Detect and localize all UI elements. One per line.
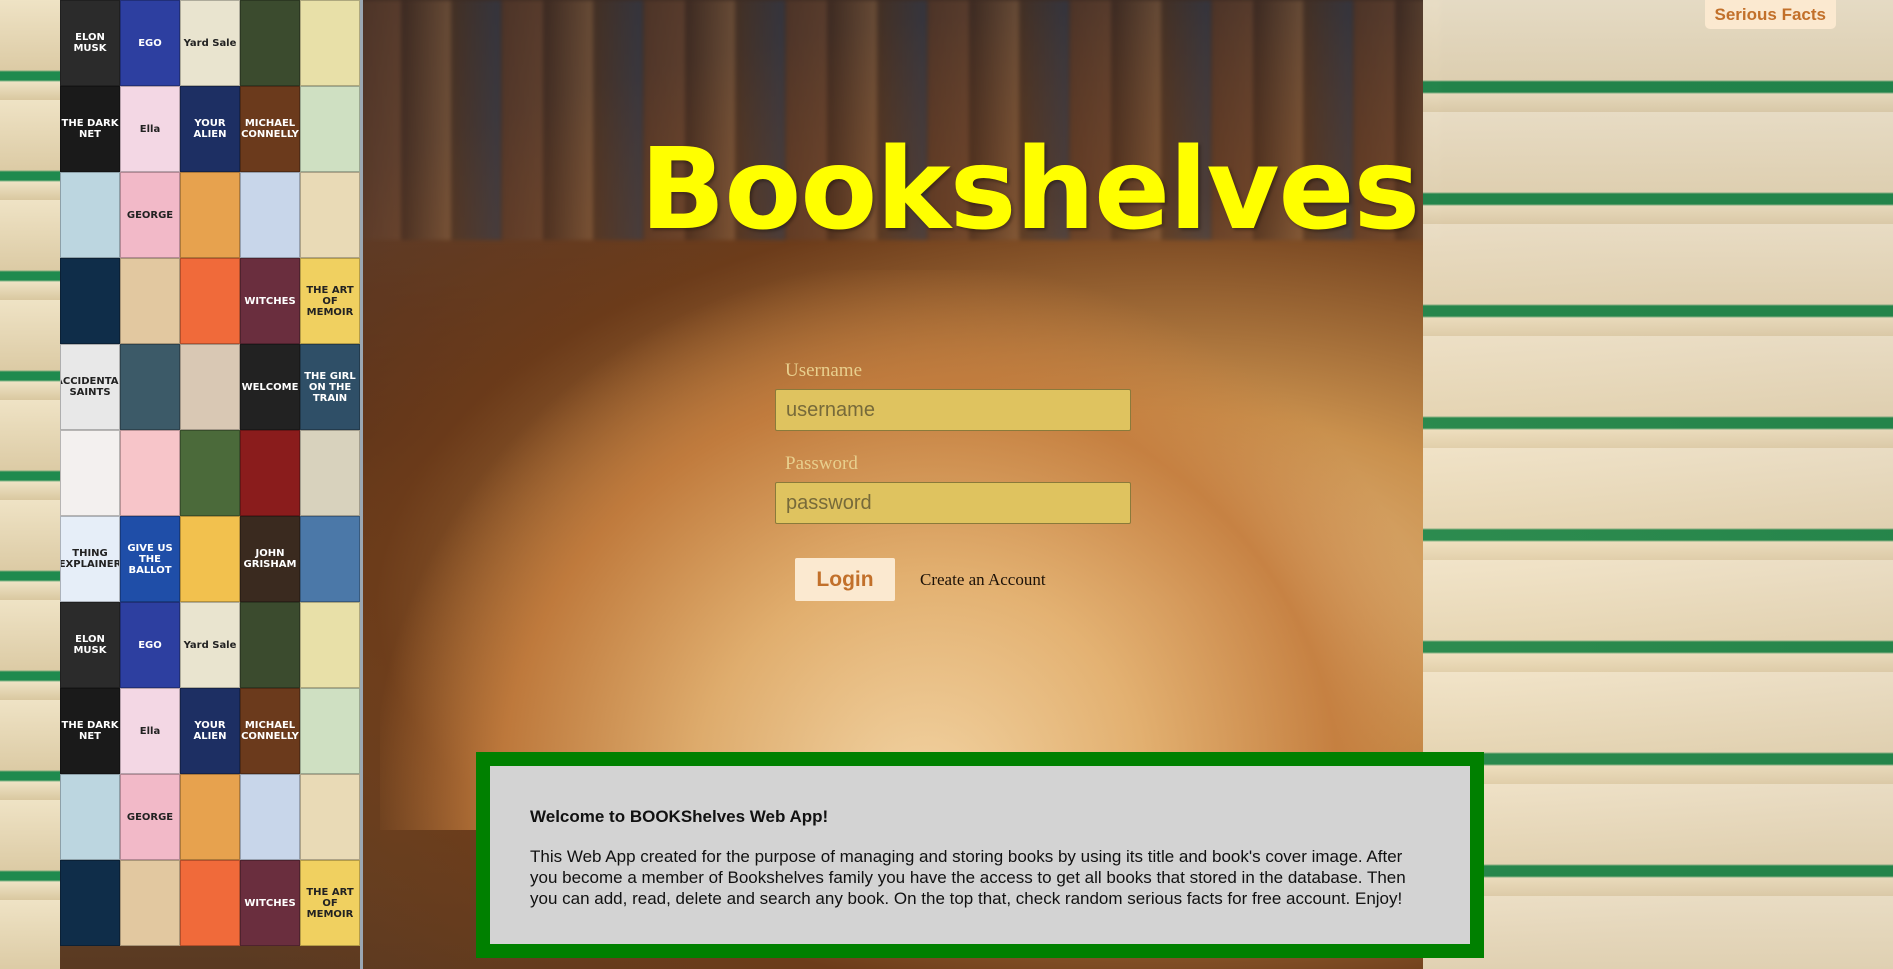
- background-shelf-left: [0, 0, 60, 969]
- book-cover-tile: MICHAEL CONNELLY: [240, 688, 300, 774]
- book-cover-tile: Ella: [120, 688, 180, 774]
- book-cover-mosaic: ELON MUSK EGO Yard Sale THE DARK NET Ella YOU…: [60, 0, 363, 969]
- book-cover-tile: Ella: [120, 86, 180, 172]
- book-cover-tile: [180, 516, 240, 602]
- app-title: Bookshelves: [640, 125, 1420, 255]
- book-cover-tile: [240, 774, 300, 860]
- serious-facts-button[interactable]: Serious Facts: [1704, 0, 1836, 29]
- book-cover-tile: [180, 172, 240, 258]
- book-cover-tile: [300, 602, 360, 688]
- book-cover-tile: Yard Sale: [180, 602, 240, 688]
- book-cover-tile: [300, 0, 360, 86]
- book-cover-tile: WITCHES: [240, 860, 300, 946]
- book-cover-tile: [120, 344, 180, 430]
- book-cover-tile: Yard Sale: [180, 0, 240, 86]
- book-cover-tile: EGO: [120, 602, 180, 688]
- book-cover-tile: GEORGE: [120, 774, 180, 860]
- login-button[interactable]: Login: [795, 558, 895, 601]
- book-cover-tile: [300, 172, 360, 258]
- book-cover-tile: THING EXPLAINER: [60, 516, 120, 602]
- book-cover-tile: [180, 430, 240, 516]
- login-form: Username Password Login Create an Accoun…: [775, 360, 1135, 601]
- book-cover-tile: [60, 860, 120, 946]
- book-cover-tile: YOUR ALIEN: [180, 688, 240, 774]
- book-cover-tile: ELON MUSK: [60, 0, 120, 86]
- book-cover-tile: [60, 774, 120, 860]
- book-cover-tile: THE ART OF MEMOIR: [300, 258, 360, 344]
- background-book-stack: [1423, 0, 1893, 969]
- book-cover-tile: ELON MUSK: [60, 602, 120, 688]
- book-cover-tile: [240, 172, 300, 258]
- username-label: Username: [785, 360, 863, 381]
- book-cover-tile: WELCOME: [240, 344, 300, 430]
- book-cover-tile: THE DARK NET: [60, 86, 120, 172]
- book-cover-tile: THE GIRL ON THE TRAIN: [300, 344, 360, 430]
- book-cover-tile: WITCHES: [240, 258, 300, 344]
- book-cover-tile: [180, 860, 240, 946]
- password-input[interactable]: [775, 482, 1131, 524]
- welcome-panel: Welcome to BOOKShelves Web App! This Web…: [476, 752, 1484, 958]
- form-spacer: [775, 431, 1135, 453]
- book-cover-tile: [60, 172, 120, 258]
- book-cover-tile: GIVE US THE BALLOT: [120, 516, 180, 602]
- book-cover-tile: [180, 344, 240, 430]
- book-cover-tile: [240, 430, 300, 516]
- book-cover-tile: [120, 430, 180, 516]
- book-cover-tile: [240, 0, 300, 86]
- password-label: Password: [785, 453, 858, 474]
- book-cover-tile: THE ART OF MEMOIR: [300, 860, 360, 946]
- book-cover-tile: [240, 602, 300, 688]
- book-cover-tile: [300, 516, 360, 602]
- book-cover-tile: [300, 774, 360, 860]
- book-cover-tile: [120, 860, 180, 946]
- book-cover-tile: [60, 430, 120, 516]
- welcome-heading: Welcome to BOOKShelves Web App!: [530, 807, 829, 826]
- book-cover-tile: MICHAEL CONNELLY: [240, 86, 300, 172]
- book-cover-tile: [300, 86, 360, 172]
- welcome-body: This Web App created for the purpose of …: [530, 847, 1406, 908]
- book-cover-tile: [60, 258, 120, 344]
- username-input[interactable]: [775, 389, 1131, 431]
- book-cover-tile: [300, 430, 360, 516]
- book-cover-tile: GEORGE: [120, 172, 180, 258]
- create-account-link[interactable]: Create an Account: [920, 570, 1046, 590]
- book-cover-tile: JOHN GRISHAM: [240, 516, 300, 602]
- book-cover-tile: [180, 258, 240, 344]
- book-cover-tile: YOUR ALIEN: [180, 86, 240, 172]
- book-cover-tile: [180, 774, 240, 860]
- book-cover-tile: [120, 258, 180, 344]
- book-cover-tile: [300, 688, 360, 774]
- book-cover-tile: EGO: [120, 0, 180, 86]
- book-cover-tile: THE DARK NET: [60, 688, 120, 774]
- form-actions: Login Create an Account: [795, 558, 1135, 601]
- book-cover-tile: ACCIDENTAL SAINTS: [60, 344, 120, 430]
